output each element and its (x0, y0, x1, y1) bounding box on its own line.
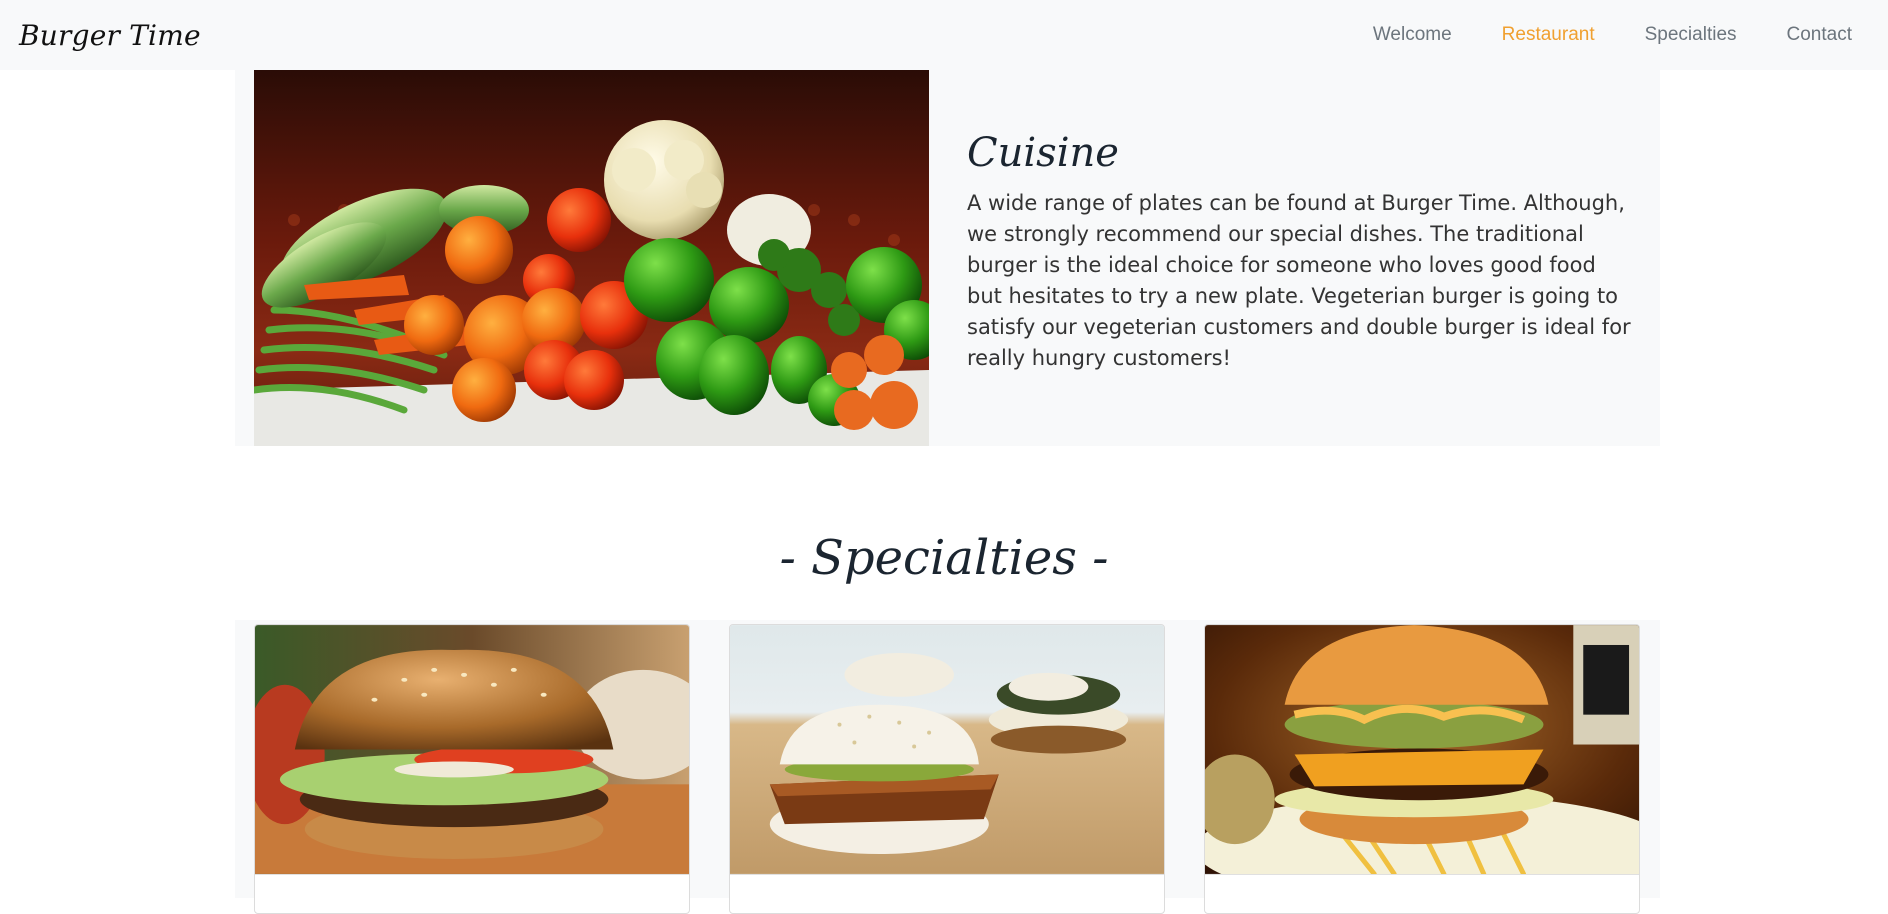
specialties-title: - Specialties - (779, 530, 1109, 586)
nav-link-restaurant[interactable]: Restaurant (1502, 24, 1595, 46)
specialties-section (235, 620, 1660, 914)
brand-logo[interactable]: Burger Time (19, 19, 201, 52)
nav-links: Welcome Restaurant Specialties Contact (1373, 24, 1852, 46)
vegetables-image (254, 70, 929, 446)
navbar: Burger Time Welcome Restaurant Specialti… (0, 0, 1888, 70)
cuisine-section: Cuisine A wide range of plates can be fo… (235, 70, 1660, 446)
vegetarian-burger-image (730, 625, 1164, 875)
cuisine-description: A wide range of plates can be found at B… (967, 191, 1631, 370)
specialty-card[interactable] (1204, 624, 1640, 914)
nav-link-specialties[interactable]: Specialties (1645, 24, 1737, 46)
specialty-card[interactable] (729, 624, 1165, 914)
specialty-card[interactable] (254, 624, 690, 914)
burger-image (255, 625, 689, 875)
nav-link-welcome[interactable]: Welcome (1373, 24, 1452, 46)
cuisine-title: Cuisine (967, 130, 1119, 176)
double-burger-image (1205, 625, 1639, 875)
nav-link-contact[interactable]: Contact (1787, 24, 1852, 46)
cuisine-text: Cuisine A wide range of plates can be fo… (967, 130, 1637, 374)
